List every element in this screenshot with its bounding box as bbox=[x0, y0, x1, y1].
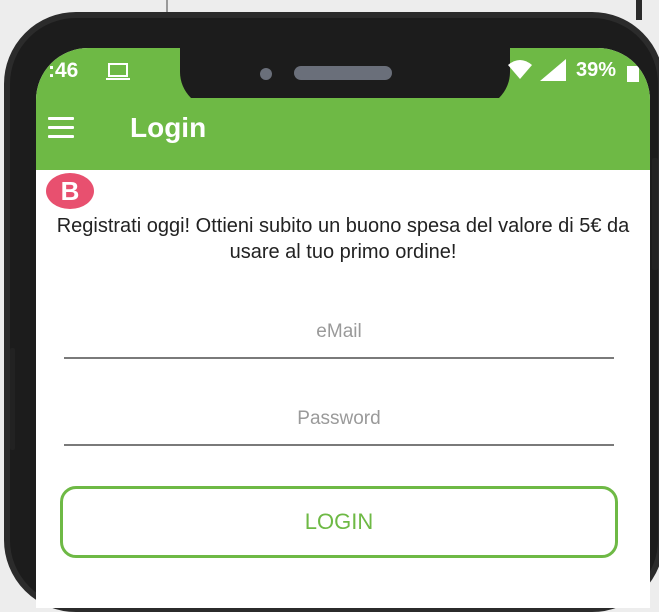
front-camera bbox=[260, 68, 272, 80]
login-button[interactable]: LOGIN bbox=[60, 486, 618, 558]
earpiece-speaker bbox=[294, 66, 392, 80]
battery-percentage: 39% bbox=[576, 59, 617, 81]
signal-icon bbox=[540, 59, 566, 81]
brand-badge: B bbox=[46, 173, 94, 209]
hamburger-menu-icon[interactable] bbox=[48, 117, 74, 144]
app-bar: Login bbox=[36, 98, 650, 170]
power-button bbox=[652, 158, 658, 270]
frame-edge bbox=[636, 0, 642, 20]
status-bar: :46 39% bbox=[36, 48, 650, 108]
app-screen: :46 39% Login B Registrati oggi! Ottieni… bbox=[36, 48, 650, 608]
volume-button bbox=[10, 348, 15, 450]
promo-text: Registrati oggi! Ottieni subito un buono… bbox=[56, 215, 630, 263]
password-field[interactable] bbox=[64, 394, 614, 444]
email-field[interactable] bbox=[64, 307, 614, 357]
laptop-icon bbox=[106, 63, 130, 80]
phone-frame: :46 39% Login B Registrati oggi! Ottieni… bbox=[4, 12, 659, 612]
wifi-icon bbox=[508, 60, 532, 79]
battery-icon bbox=[627, 66, 639, 82]
email-field-container bbox=[64, 307, 614, 359]
page-title: Login bbox=[130, 112, 207, 143]
status-time: :46 bbox=[48, 59, 79, 82]
password-field-container bbox=[64, 394, 614, 446]
